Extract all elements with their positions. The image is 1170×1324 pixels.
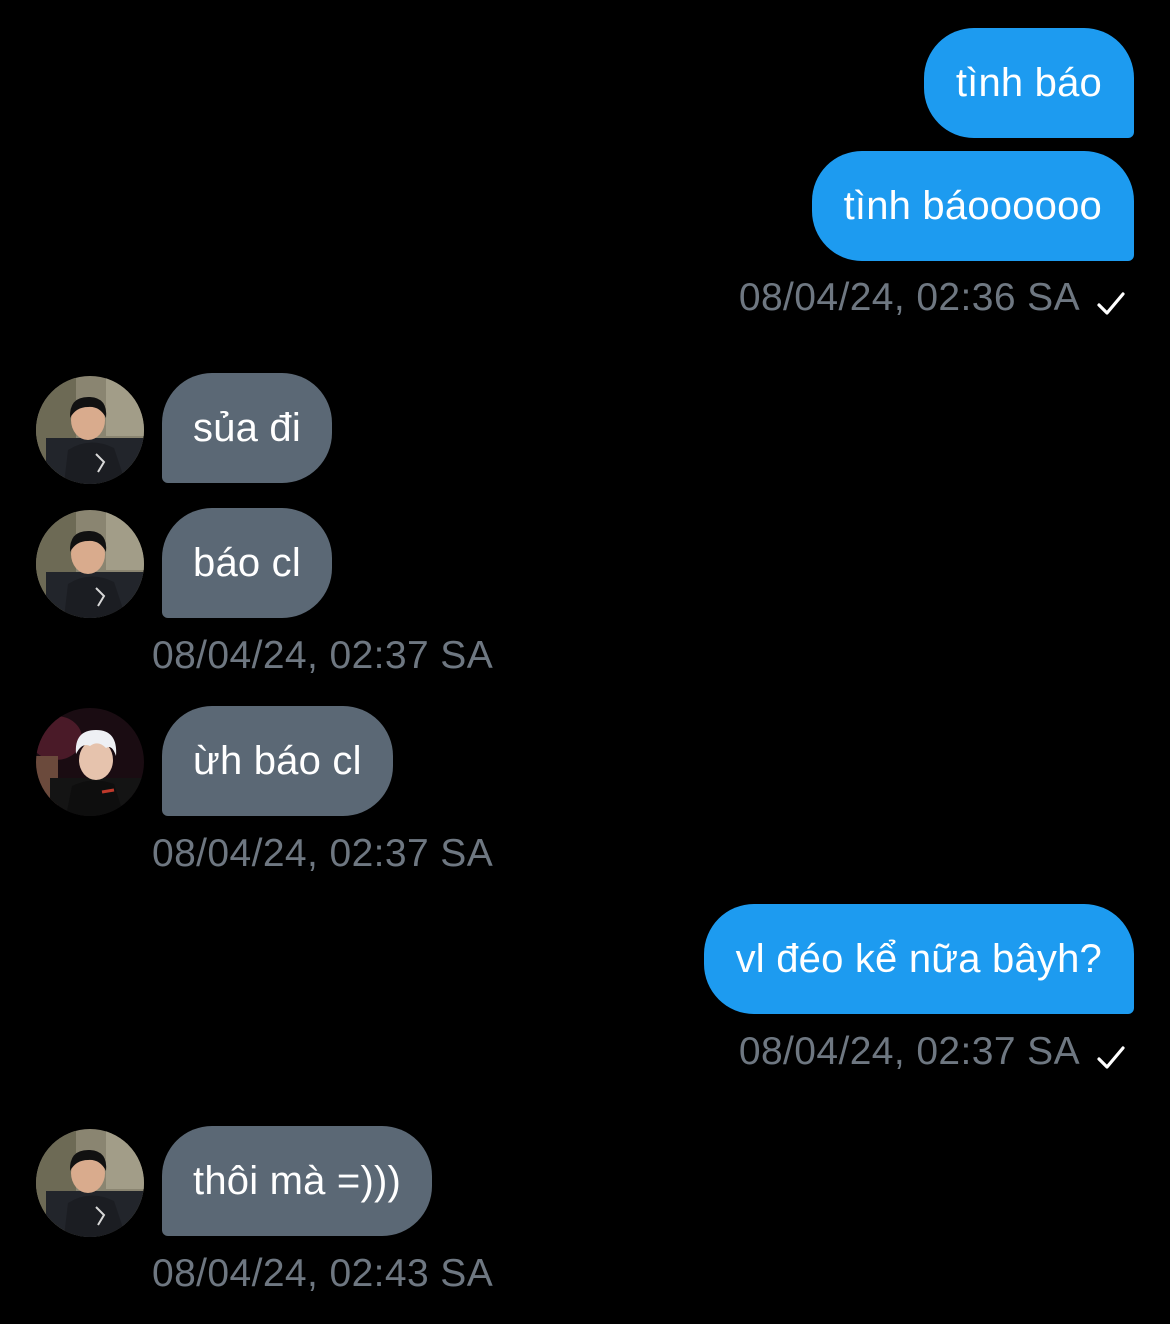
incoming-message-bubble[interactable]: thôi mà =))) bbox=[162, 1126, 433, 1236]
checkmark-icon bbox=[1096, 1037, 1126, 1069]
timestamp-text: 08/04/24, 02:36 SA bbox=[738, 276, 1080, 319]
message-timestamp: 08/04/24, 02:37 SA bbox=[152, 830, 493, 878]
user-avatar-icon[interactable] bbox=[36, 376, 144, 484]
message-text: tình báoooooo bbox=[843, 183, 1102, 228]
outgoing-message-bubble[interactable]: vl đéo kể nữa bâyh? bbox=[703, 904, 1134, 1014]
outgoing-message-bubble[interactable]: tình báo bbox=[923, 28, 1134, 138]
outgoing-message-bubble[interactable]: tình báoooooo bbox=[811, 151, 1134, 261]
message-text: tình báo bbox=[955, 60, 1102, 105]
incoming-message-bubble[interactable]: sủa đi bbox=[162, 373, 332, 483]
user-avatar-icon[interactable] bbox=[36, 510, 144, 618]
message-text: sủa đi bbox=[193, 405, 301, 450]
user-avatar-icon[interactable] bbox=[36, 708, 144, 816]
message-text: vl đéo kể nữa bâyh? bbox=[735, 936, 1102, 981]
timestamp-text: 08/04/24, 02:37 SA bbox=[738, 1030, 1080, 1073]
timestamp-text: 08/04/24, 02:37 SA bbox=[152, 832, 494, 875]
checkmark-icon bbox=[1096, 283, 1126, 315]
message-timestamp: 08/04/24, 02:37 SA bbox=[152, 632, 493, 680]
message-text: thôi mà =))) bbox=[193, 1158, 402, 1203]
incoming-message-bubble[interactable]: báo cl bbox=[162, 508, 332, 618]
message-text: ừh báo cl bbox=[193, 738, 362, 783]
incoming-message-bubble[interactable]: ừh báo cl bbox=[162, 706, 393, 816]
timestamp-text: 08/04/24, 02:43 SA bbox=[152, 1252, 494, 1295]
message-timestamp: 08/04/24, 02:43 SA bbox=[152, 1250, 493, 1298]
message-timestamp: 08/04/24, 02:36 SA bbox=[739, 274, 1126, 322]
timestamp-text: 08/04/24, 02:37 SA bbox=[152, 634, 494, 677]
message-timestamp: 08/04/24, 02:37 SA bbox=[739, 1028, 1126, 1076]
message-text: báo cl bbox=[193, 540, 301, 585]
user-avatar-icon[interactable] bbox=[36, 1129, 144, 1237]
